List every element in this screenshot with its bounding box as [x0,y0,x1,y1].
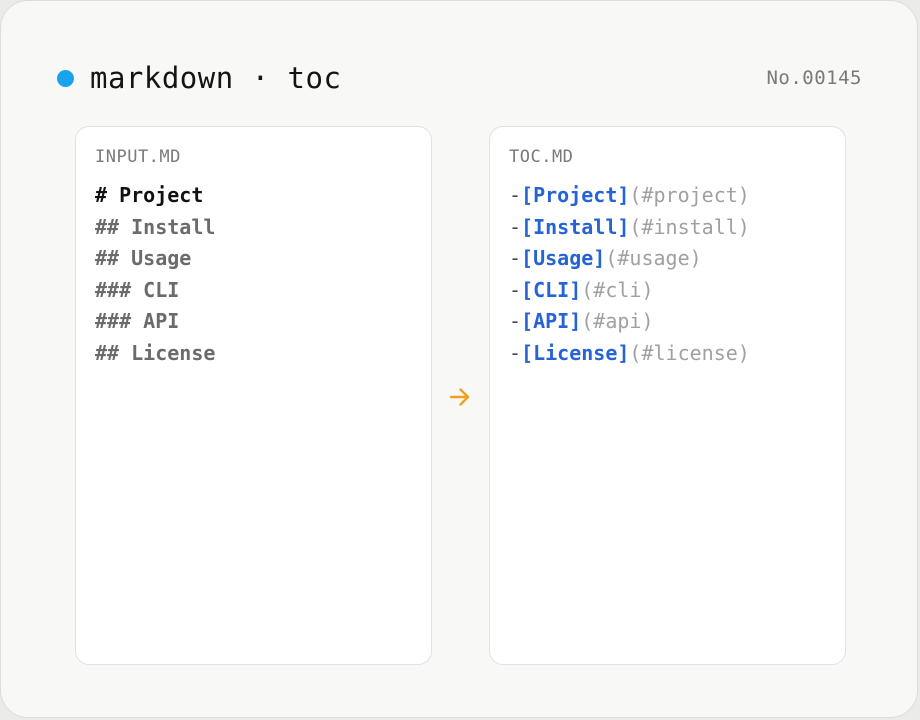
toc-link[interactable]: [CLI] [521,278,581,302]
toc-dash: - [509,183,522,207]
toc-anchor: (#project) [629,183,750,207]
toc-anchor: (#usage) [605,246,702,271]
input-lines: # Project ## Install ## Usage ### CLI ##… [95,180,215,370]
output-panel: TOC.MD -[Project](#project) -[Install](#… [489,126,846,665]
serial-number: No.00145 [766,67,862,89]
output-panel-label: TOC.MD [509,147,574,167]
toc-dash: - [509,340,522,365]
toc-entry: -[CLI](#cli) [509,275,750,307]
toc-link[interactable]: [Install] [521,215,629,239]
toc-anchor: (#license) [629,340,750,365]
app-title: markdown · toc [90,61,342,95]
toc-dash: - [509,214,522,239]
input-line: ## License [95,340,216,365]
toc-entry: -[Project](#project) [509,180,750,212]
toc-entry: -[Install](#install) [509,212,750,244]
toc-anchor: (#cli) [581,277,654,302]
toc-lines: -[Project](#project) -[Install](#install… [509,180,750,370]
toc-anchor: (#install) [629,214,750,239]
toc-link[interactable]: [Usage] [521,246,605,270]
input-line: ## Install [95,214,216,239]
toc-dash: - [509,246,522,271]
toc-link[interactable]: [Project] [521,183,629,207]
arrow-right-icon [449,388,470,406]
toc-entry: -[Usage](#usage) [509,243,750,275]
toc-link[interactable]: [API] [521,309,581,333]
toc-dash: - [509,277,522,302]
input-line: ### CLI [95,277,180,302]
input-line: ### API [95,309,180,334]
input-line: # Project [95,183,204,207]
toc-anchor: (#api) [581,309,654,334]
toc-link[interactable]: [License] [521,341,629,365]
input-panel: INPUT.MD # Project ## Install ## Usage #… [75,126,432,665]
header: markdown · toc [57,59,341,97]
toc-entry: -[License](#license) [509,338,750,370]
toc-dash: - [509,309,522,334]
status-dot-icon [57,69,74,87]
toc-entry: -[API](#api) [509,306,750,338]
input-panel-label: INPUT.MD [95,147,181,167]
input-line: ## Usage [95,246,192,271]
app-card: markdown · toc No.00145 INPUT.MD # Proje… [0,0,918,718]
